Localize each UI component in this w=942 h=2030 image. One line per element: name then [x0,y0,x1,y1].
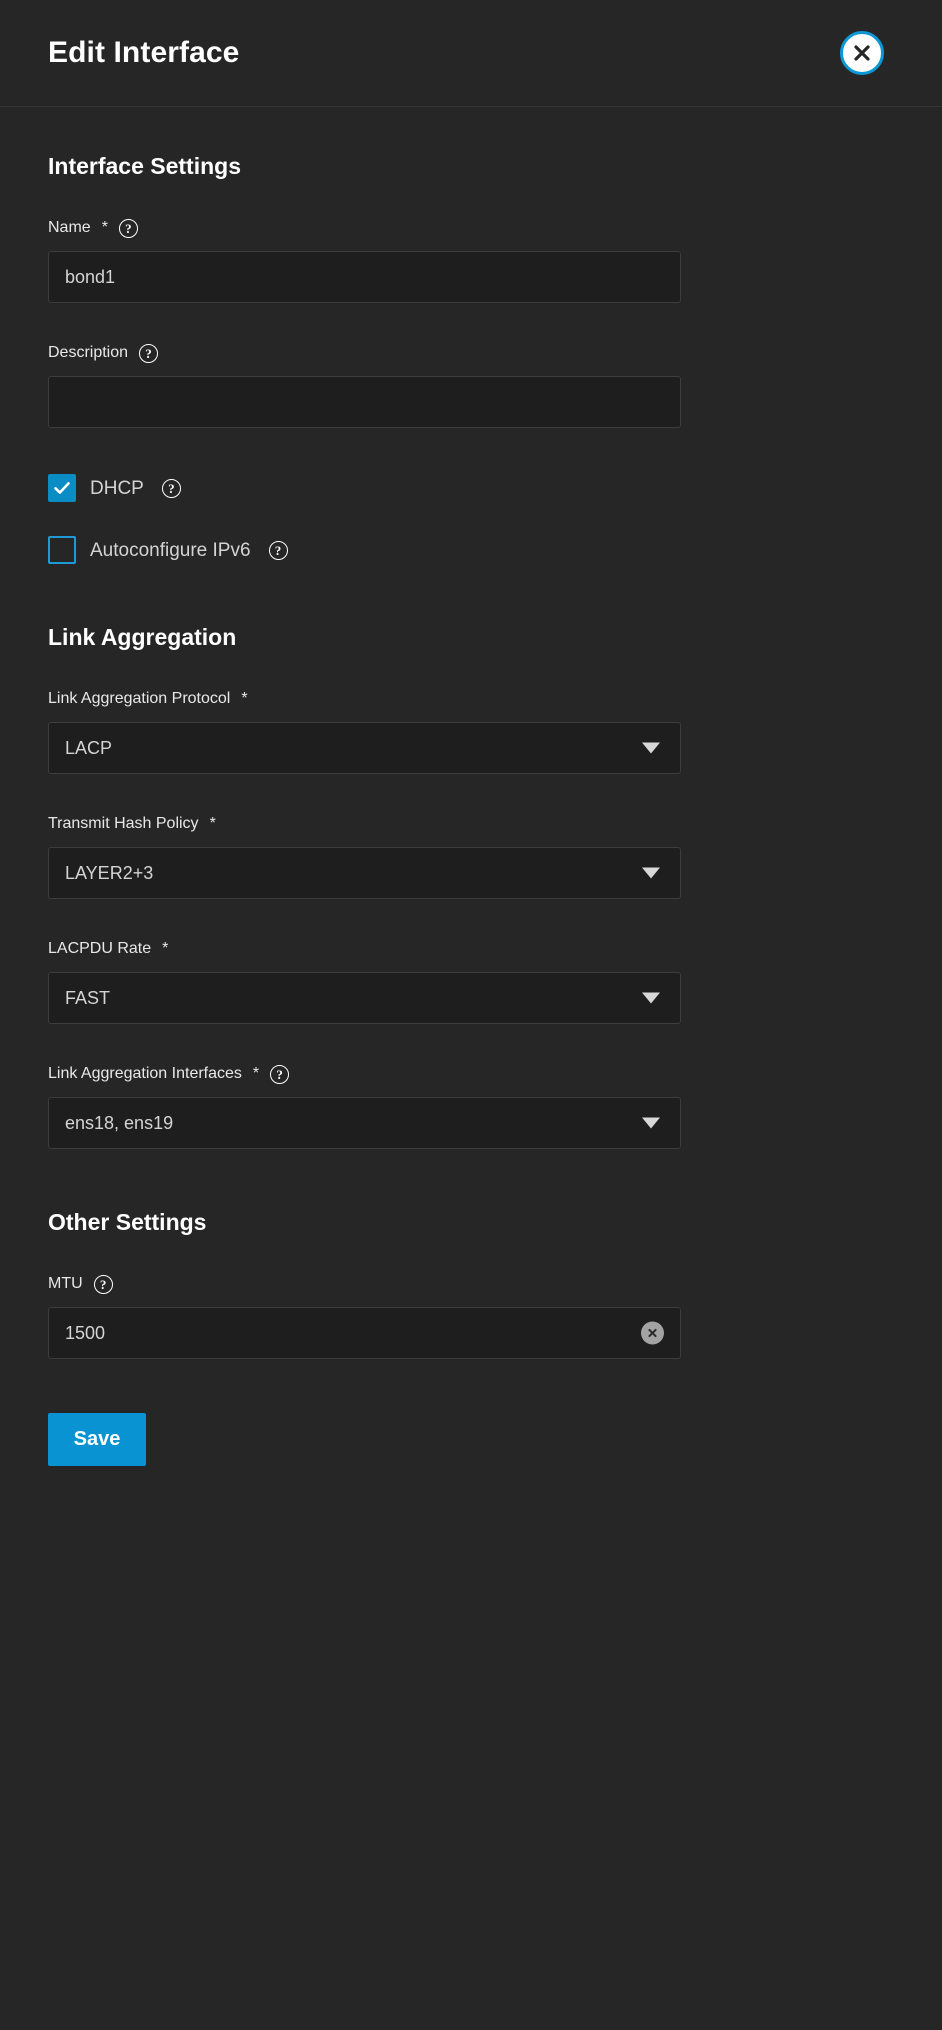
help-icon-autoconfigure-ipv6[interactable]: ? [268,540,288,560]
chevron-down-icon[interactable] [642,867,660,879]
field-label-row-mtu: MTU ? [48,1274,894,1294]
lacpdu-rate-value: FAST [65,989,111,1007]
autoconfigure-ipv6-checkbox-label[interactable]: Autoconfigure IPv6 [90,541,251,560]
chevron-down-icon[interactable] [642,1117,660,1129]
description-input[interactable] [48,376,681,428]
clear-x-icon [648,1328,657,1338]
lacpdu-rate-select[interactable]: FAST [48,972,681,1024]
section-title-interface-settings: Interface Settings [48,153,241,179]
required-marker-hash-policy: * [209,815,216,832]
field-label-transmit-hash-policy: Transmit Hash Policy [48,815,199,832]
checkbox-row-autoconfigure-ipv6: Autoconfigure IPv6 ? [48,536,894,564]
help-icon-name[interactable]: ? [118,218,138,238]
dhcp-checkbox-label[interactable]: DHCP [90,479,144,498]
field-label-row-lacpdu-rate: LACPDU Rate * [48,939,894,959]
checkbox-row-dhcp: DHCP ? [48,474,894,502]
field-description: Description ? [48,343,894,428]
field-link-aggregation-protocol: Link Aggregation Protocol * LACP [48,689,894,774]
link-aggregation-interfaces-value: ens18, ens19 [65,1114,174,1132]
help-icon-description[interactable]: ? [139,343,159,363]
field-label-link-aggregation-interfaces: Link Aggregation Interfaces [48,1065,242,1082]
link-aggregation-protocol-select[interactable]: LACP [48,722,681,774]
close-icon [854,45,870,61]
field-label-lacpdu-rate: LACPDU Rate [48,940,152,957]
mtu-input-value: 1500 [65,1324,106,1342]
field-lacpdu-rate: LACPDU Rate * FAST [48,939,894,1024]
chevron-down-icon[interactable] [642,742,660,754]
checkmark-icon [54,482,70,494]
field-label-row-interfaces: Link Aggregation Interfaces * ? [48,1064,894,1084]
field-label-mtu: MTU [48,1275,83,1292]
field-label-name: Name [48,219,91,236]
field-label-row-description: Description ? [48,343,894,363]
link-aggregation-interfaces-select[interactable]: ens18, ens19 [48,1097,681,1149]
autoconfigure-ipv6-checkbox[interactable] [48,536,76,564]
field-mtu: MTU ? 1500 [48,1274,894,1359]
close-button[interactable] [840,31,884,75]
field-label-row-protocol: Link Aggregation Protocol * [48,689,894,709]
transmit-hash-policy-select[interactable]: LAYER2+3 [48,847,681,899]
name-input[interactable]: bond1 [48,251,681,303]
page-title: Edit Interface [48,36,240,69]
field-label-link-aggregation-protocol: Link Aggregation Protocol [48,690,231,707]
link-aggregation-protocol-value: LACP [65,739,113,757]
transmit-hash-policy-value: LAYER2+3 [65,864,154,882]
section-title-link-aggregation: Link Aggregation [48,624,237,650]
dialog-actions: Save [48,1413,894,1466]
chevron-down-icon[interactable] [642,992,660,1004]
help-icon-mtu[interactable]: ? [93,1274,113,1294]
edit-interface-dialog: Edit Interface Interface Settings Name *… [0,0,942,2030]
required-marker-protocol: * [241,690,248,707]
dialog-header: Edit Interface [0,0,942,107]
required-marker-name: * [101,219,108,236]
field-transmit-hash-policy: Transmit Hash Policy * LAYER2+3 [48,814,894,899]
name-input-value: bond1 [65,268,116,286]
help-icon-link-aggregation-interfaces[interactable]: ? [270,1064,290,1084]
field-label-row-hash-policy: Transmit Hash Policy * [48,814,894,834]
section-title-other-settings: Other Settings [48,1209,207,1235]
field-label-description: Description [48,344,129,361]
field-name: Name * ? bond1 [48,218,894,303]
field-link-aggregation-interfaces: Link Aggregation Interfaces * ? ens18, e… [48,1064,894,1149]
required-marker-lacpdu-rate: * [162,940,169,957]
dhcp-checkbox[interactable] [48,474,76,502]
required-marker-interfaces: * [252,1065,260,1082]
clear-icon[interactable] [641,1321,664,1345]
dialog-body: Interface Settings Name * ? bond1 Descri… [0,107,942,2030]
help-icon-dhcp[interactable]: ? [161,478,181,498]
save-button[interactable]: Save [48,1413,146,1466]
field-label-row-name: Name * ? [48,218,894,238]
mtu-input[interactable]: 1500 [48,1307,681,1359]
